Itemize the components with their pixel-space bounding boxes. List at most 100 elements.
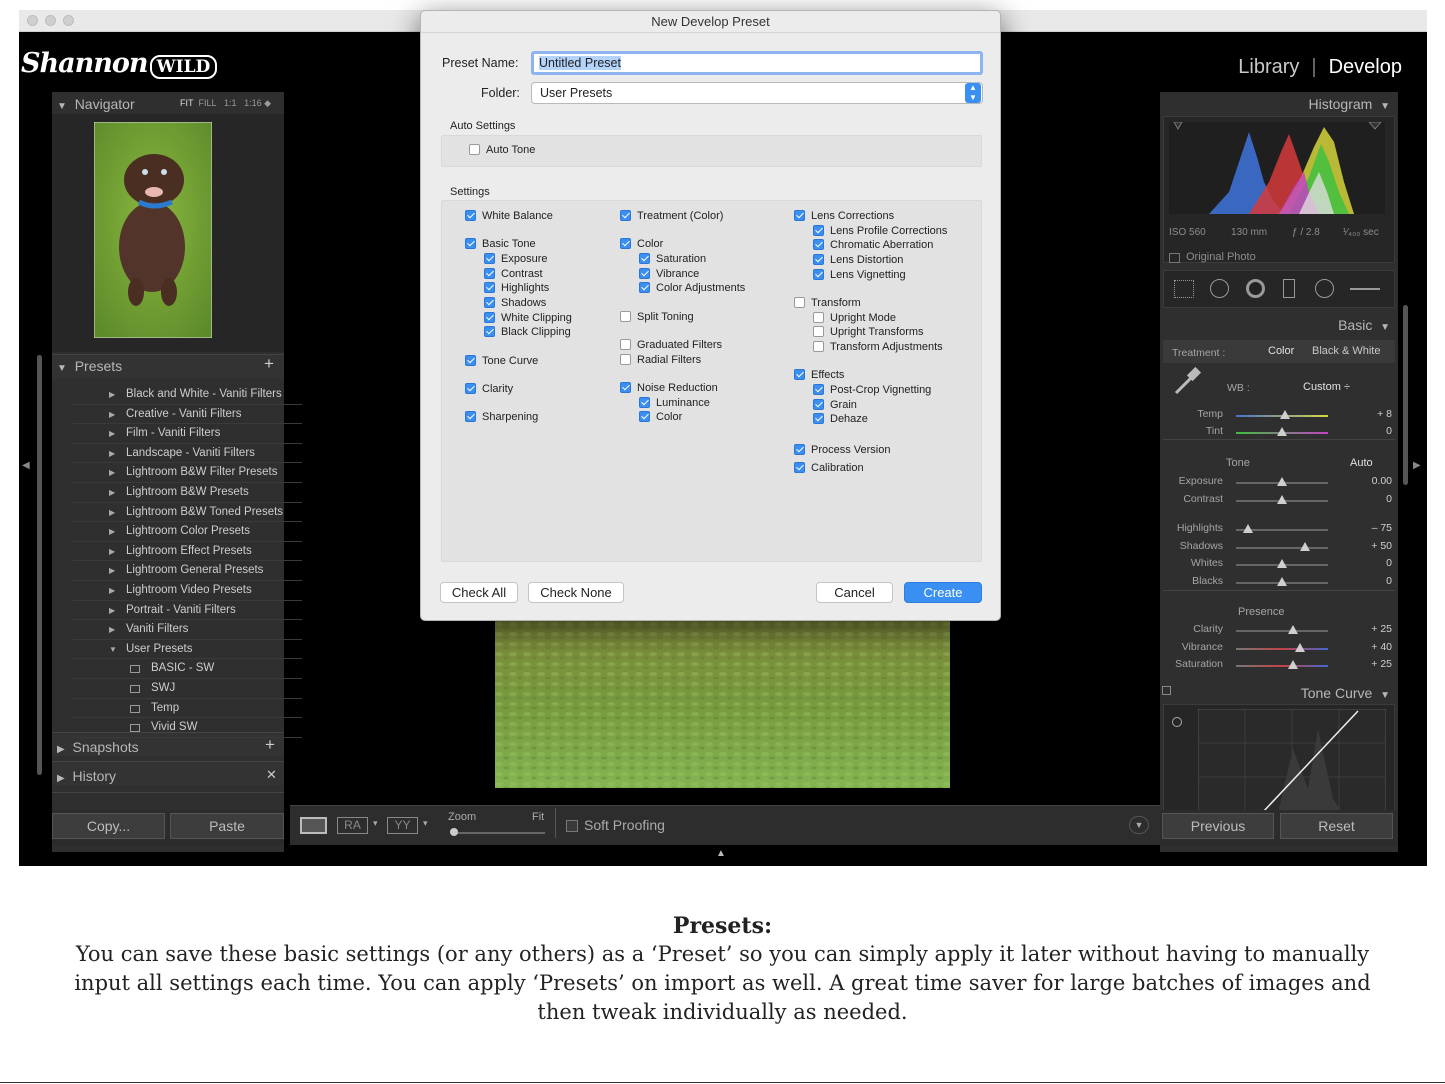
right-panel-toggle-icon[interactable]: ▶ [1413, 460, 1421, 471]
right-panel-scrollbar[interactable] [1403, 305, 1408, 485]
user-preset-item[interactable]: Vivid SW [73, 718, 302, 738]
preset-folder-item[interactable]: ▼ User Presets [73, 640, 302, 660]
snapshots-header[interactable]: ▶ Snapshots [57, 739, 139, 755]
adjustment-brush-icon[interactable] [1350, 288, 1380, 290]
tone-curve-header[interactable]: Tone Curve ▼ [1301, 685, 1390, 701]
add-preset-icon[interactable]: + [264, 354, 274, 374]
folder-select[interactable]: User Presets [531, 82, 983, 104]
preset-folder-item[interactable]: ▶ Film - Vaniti Filters [73, 424, 302, 444]
presets-header[interactable]: ▼ Presets [57, 358, 122, 374]
basic-header[interactable]: Basic ▼ [1338, 317, 1390, 333]
histogram-header[interactable]: Histogram ▼ [1309, 96, 1390, 112]
preset-folder-item[interactable]: ▶ Lightroom Video Presets [73, 581, 302, 601]
slider-shadows[interactable]: Shadows + 50 [1160, 540, 1398, 556]
clear-history-icon[interactable]: ✕ [266, 767, 277, 783]
zoom-1-1[interactable]: 1:1 [224, 98, 237, 108]
slider-thumb[interactable] [1288, 660, 1299, 669]
red-eye-icon[interactable] [1246, 279, 1265, 298]
user-preset-item[interactable]: SWJ [73, 679, 302, 699]
zoom-slider[interactable] [453, 832, 545, 834]
filmstrip-toggle-icon[interactable]: ▲ [716, 848, 726, 859]
chevron-down-icon[interactable]: ▾ [373, 818, 378, 829]
copy-settings-button[interactable]: Copy... [52, 813, 165, 839]
wb-dropdown[interactable]: Custom ÷ [1303, 381, 1350, 393]
left-panel-toggle-icon[interactable]: ◀ [22, 460, 30, 471]
chevron-down-icon[interactable]: ▾ [423, 818, 428, 829]
slider-thumb[interactable] [1277, 559, 1287, 568]
slider-thumb[interactable] [1277, 577, 1287, 586]
slider-blacks[interactable]: Blacks 0 [1160, 575, 1398, 591]
preset-folder-item[interactable]: ▶ Lightroom B&W Toned Presets [73, 503, 302, 523]
preset-folder-item[interactable]: ▶ Black and White - Vaniti Filters [73, 385, 302, 405]
preset-folder-item[interactable]: ▶ Lightroom Effect Presets [73, 542, 302, 562]
minimize-window-button[interactable] [45, 15, 56, 26]
treatment-bw-option[interactable]: Black & White [1312, 345, 1380, 357]
slider-track[interactable] [1236, 665, 1328, 667]
preset-folder-item[interactable]: ▶ Landscape - Vaniti Filters [73, 444, 302, 464]
slider-temp[interactable]: Temp + 8 [1160, 408, 1398, 424]
user-preset-item[interactable]: BASIC - SW [73, 659, 302, 679]
zoom-fit[interactable]: FIT [180, 98, 194, 108]
slider-track[interactable] [1236, 547, 1328, 549]
slider-saturation[interactable]: Saturation + 25 [1160, 658, 1398, 674]
slider-thumb[interactable] [1279, 410, 1290, 419]
graduated-filter-icon[interactable] [1283, 279, 1295, 298]
zoom-window-button[interactable] [63, 15, 74, 26]
histogram-graph[interactable] [1169, 122, 1385, 214]
close-window-button[interactable] [27, 15, 38, 26]
preset-folder-item[interactable]: ▶ Vaniti Filters [73, 620, 302, 640]
zoom-fill[interactable]: FILL [199, 98, 217, 108]
loupe-view-icon[interactable] [300, 817, 327, 834]
before-after-tb-icon[interactable]: YY [387, 817, 418, 834]
slider-track[interactable] [1236, 630, 1328, 632]
slider-thumb[interactable] [1300, 542, 1310, 551]
before-after-lr-icon[interactable]: RA [337, 817, 368, 834]
target-adjust-icon[interactable] [1172, 717, 1182, 727]
preset-folder-item[interactable]: ▶ Lightroom General Presets [73, 561, 302, 581]
slider-thumb[interactable] [1277, 495, 1287, 504]
slider-contrast[interactable]: Contrast 0 [1160, 493, 1398, 509]
panel-switch-icon[interactable] [1162, 686, 1171, 695]
folder-select-stepper-icon[interactable]: ▲ ▼ [965, 83, 981, 103]
preset-name-input[interactable]: Untitled Preset [531, 51, 983, 75]
left-panel-scrollbar[interactable] [37, 355, 42, 775]
tone-curve-graph[interactable] [1198, 709, 1386, 813]
treatment-color-option[interactable]: Color [1268, 345, 1294, 357]
navigator-thumbnail[interactable] [94, 122, 212, 338]
reset-button[interactable]: Reset [1280, 813, 1393, 839]
slider-thumb[interactable] [1288, 625, 1299, 634]
slider-highlights[interactable]: Highlights – 75 [1160, 522, 1398, 538]
slider-track[interactable] [1236, 648, 1328, 650]
preset-folder-item[interactable]: ▶ Lightroom B&W Presets [73, 483, 302, 503]
slider-whites[interactable]: Whites 0 [1160, 557, 1398, 573]
paste-settings-button[interactable]: Paste [170, 813, 284, 839]
add-snapshot-icon[interactable]: + [265, 735, 275, 755]
slider-clarity[interactable]: Clarity + 25 [1160, 623, 1398, 639]
slider-thumb[interactable] [1242, 524, 1253, 533]
slider-thumb[interactable] [1277, 477, 1287, 486]
preset-folder-item[interactable]: ▶ Creative - Vaniti Filters [73, 405, 302, 425]
preset-folder-item[interactable]: ▶ Lightroom B&W Filter Presets [73, 463, 302, 483]
original-photo-checkbox[interactable] [1169, 253, 1180, 263]
navigator-header[interactable]: ▼ Navigator [57, 96, 135, 112]
slider-vibrance[interactable]: Vibrance + 40 [1160, 641, 1398, 657]
soft-proofing-checkbox[interactable] [566, 820, 578, 832]
slider-thumb[interactable] [1295, 643, 1306, 652]
cancel-button[interactable]: Cancel [816, 582, 893, 603]
previous-button[interactable]: Previous [1162, 813, 1274, 839]
radial-filter-icon[interactable] [1315, 279, 1334, 298]
module-develop[interactable]: Develop [1329, 56, 1402, 79]
white-balance-selector-icon[interactable] [1172, 364, 1204, 396]
history-header[interactable]: ▶ History [57, 768, 116, 784]
module-library[interactable]: Library [1238, 56, 1299, 79]
auto-tone-button[interactable]: Auto [1350, 457, 1373, 469]
create-button[interactable]: Create [904, 582, 982, 603]
spot-removal-icon[interactable] [1210, 279, 1229, 298]
user-preset-item[interactable]: Temp [73, 699, 302, 719]
check-none-button[interactable]: Check None [528, 582, 624, 603]
toolbar-menu-icon[interactable]: ▼ [1129, 816, 1149, 834]
preset-folder-item[interactable]: ▶ Portrait - Vaniti Filters [73, 601, 302, 621]
zoom-1-16[interactable]: 1:16 ◆ [244, 98, 271, 108]
slider-tint[interactable]: Tint 0 [1160, 425, 1398, 441]
slider-exposure[interactable]: Exposure 0.00 [1160, 475, 1398, 491]
